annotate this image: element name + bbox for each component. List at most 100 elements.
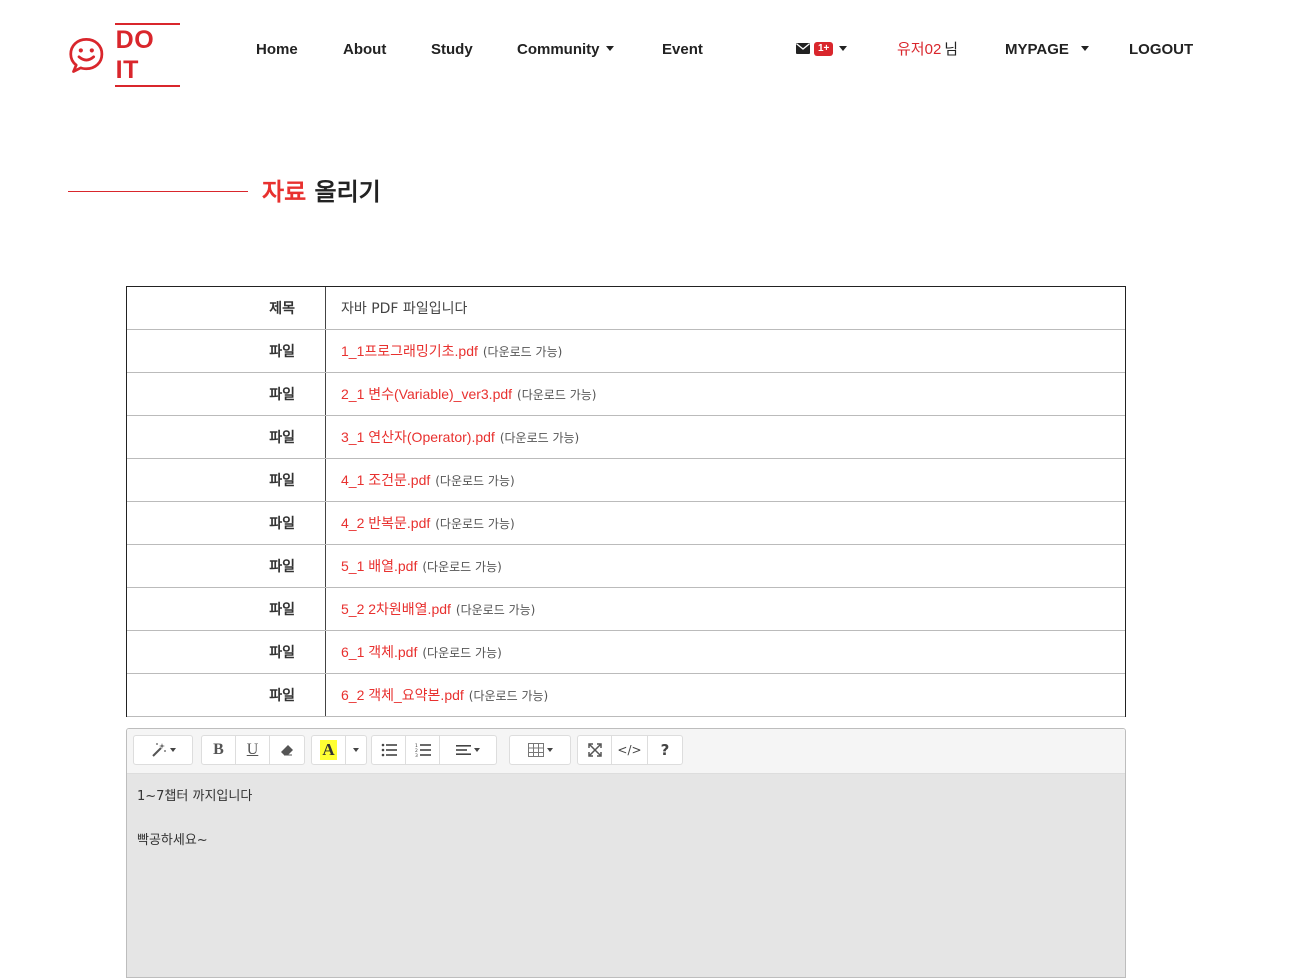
code-view-button[interactable]: </>: [612, 736, 648, 764]
table-icon: [527, 743, 544, 757]
list-group: 1 2 3: [371, 735, 497, 765]
file-label: 파일: [127, 588, 326, 630]
nav-study[interactable]: Study: [431, 40, 473, 60]
rich-text-editor: B U A 1 2 3 </> ? 1~7챕터 까지입니다 빡공하세요~: [126, 728, 1126, 978]
mypage-dropdown[interactable]: MYPAGE: [1005, 40, 1089, 60]
smile-chat-icon: [69, 38, 104, 73]
user-suffix: 님: [944, 41, 959, 58]
table-row-file: 파일 1_1프로그래밍기초.pdf (다운로드 가능): [127, 330, 1125, 373]
chevron-down-icon: [839, 45, 848, 51]
chevron-down-icon: [169, 748, 176, 752]
file-label: 파일: [127, 502, 326, 544]
chevron-down-icon: [1080, 45, 1089, 51]
file-label: 파일: [127, 545, 326, 587]
nav-community[interactable]: Community: [517, 40, 614, 60]
editor-toolbar: B U A 1 2 3 </> ?: [127, 729, 1125, 774]
table-row-file: 파일 4_2 반복문.pdf (다운로드 가능): [127, 502, 1125, 545]
download-note: (다운로드 가능): [517, 387, 597, 402]
download-note: (다운로드 가능): [435, 473, 515, 488]
file-link[interactable]: 4_2 반복문.pdf: [341, 513, 430, 533]
color-dropdown-button[interactable]: [346, 736, 366, 764]
chevron-down-icon: [353, 748, 359, 752]
file-link[interactable]: 6_2 객체_요약본.pdf: [341, 685, 464, 705]
eraser-icon: [281, 745, 293, 756]
view-group: </> ?: [577, 735, 683, 765]
list-ul-icon: [381, 743, 397, 757]
magic-icon: [151, 743, 166, 757]
table-group: [509, 735, 571, 765]
insert-table-button[interactable]: [510, 736, 570, 764]
title-label: 제목: [127, 287, 326, 329]
message-count-badge: 1+: [814, 42, 834, 57]
underline-button[interactable]: U: [236, 736, 270, 764]
editor-paragraph: 1~7챕터 까지입니다: [137, 789, 253, 804]
download-note: (다운로드 가능): [482, 344, 563, 359]
table-row-file: 파일 5_1 배열.pdf (다운로드 가능): [127, 545, 1125, 588]
file-label: 파일: [127, 330, 326, 372]
top-navbar: DO IT Home About Study Community Event 1…: [0, 0, 1292, 100]
nav-about[interactable]: About: [343, 40, 386, 60]
table-row-file: 파일 6_2 객체_요약본.pdf (다운로드 가능): [127, 674, 1125, 717]
table-row-file: 파일 6_1 객체.pdf (다운로드 가능): [127, 631, 1125, 674]
logout-link[interactable]: LOGOUT: [1129, 40, 1193, 60]
download-note: (다운로드 가능): [455, 602, 536, 617]
table-row-file: 파일 3_1 연산자(Operator).pdf (다운로드 가능): [127, 416, 1125, 459]
file-link[interactable]: 1_1프로그래밍기초.pdf: [341, 341, 478, 361]
chevron-down-icon: [546, 748, 553, 752]
file-link[interactable]: 5_2 2차원배열.pdf: [341, 599, 451, 619]
title-value: 자바 PDF 파일입니다: [341, 301, 468, 317]
font-color-button[interactable]: A: [312, 736, 346, 764]
nav-community-label: Community: [517, 41, 600, 58]
font-color-label: A: [320, 740, 337, 760]
style-group: [133, 735, 193, 765]
editor-content-area[interactable]: 1~7챕터 까지입니다 빡공하세요~: [127, 774, 1125, 977]
bullet-list-button[interactable]: [372, 736, 406, 764]
table-row-title: 제목 자바 PDF 파일입니다: [127, 287, 1125, 330]
nav-event[interactable]: Event: [662, 40, 703, 60]
table-row-file: 파일 4_1 조건문.pdf (다운로드 가능): [127, 459, 1125, 502]
chevron-down-icon: [605, 45, 614, 51]
title-divider-line: [68, 191, 248, 192]
file-link[interactable]: 2_1 변수(Variable)_ver3.pdf: [341, 384, 512, 404]
user-name: 유저02: [897, 41, 942, 58]
align-icon: [456, 745, 471, 755]
user-greeting: 유저02 님: [897, 40, 958, 60]
bold-button[interactable]: B: [202, 736, 236, 764]
font-style-group: B U: [201, 735, 305, 765]
help-button[interactable]: ?: [648, 736, 682, 764]
file-label: 파일: [127, 631, 326, 673]
file-link[interactable]: 4_1 조건문.pdf: [341, 470, 430, 490]
page-title-rest: 올리기: [306, 178, 381, 206]
logo[interactable]: DO IT: [68, 23, 180, 87]
page-title: 자료 올리기: [262, 175, 381, 209]
chevron-down-icon: [474, 748, 480, 752]
fullscreen-button[interactable]: [578, 736, 612, 764]
paragraph-align-button[interactable]: [440, 736, 496, 764]
fullscreen-icon: [587, 743, 602, 757]
download-note: (다운로드 가능): [422, 645, 502, 660]
clear-format-button[interactable]: [270, 736, 304, 764]
file-link[interactable]: 3_1 연산자(Operator).pdf: [341, 427, 495, 447]
table-row-file: 파일 5_2 2차원배열.pdf (다운로드 가능): [127, 588, 1125, 631]
download-note: (다운로드 가능): [435, 516, 515, 531]
mypage-label: MYPAGE: [1005, 41, 1069, 58]
page-title-highlight: 자료: [262, 178, 307, 206]
messages-dropdown[interactable]: 1+: [796, 40, 848, 60]
file-link[interactable]: 6_1 객체.pdf: [341, 642, 417, 662]
download-note: (다운로드 가능): [468, 688, 549, 703]
download-note: (다운로드 가능): [499, 430, 580, 445]
file-label: 파일: [127, 674, 326, 716]
color-group: A: [311, 735, 367, 765]
table-row-file: 파일 2_1 변수(Variable)_ver3.pdf (다운로드 가능): [127, 373, 1125, 416]
upload-details-table: 제목 자바 PDF 파일입니다 파일 1_1프로그래밍기초.pdf (다운로드 가…: [126, 286, 1126, 717]
envelope-icon: [796, 42, 810, 54]
download-note: (다운로드 가능): [422, 559, 502, 574]
brand-name: DO IT: [114, 23, 180, 87]
file-label: 파일: [127, 459, 326, 501]
file-link[interactable]: 5_1 배열.pdf: [341, 556, 417, 576]
nav-home[interactable]: Home: [256, 40, 298, 60]
numbered-list-button[interactable]: 1 2 3: [406, 736, 440, 764]
file-label: 파일: [127, 416, 326, 458]
editor-paragraph: 빡공하세요~: [137, 833, 208, 848]
style-dropdown-button[interactable]: [134, 736, 192, 764]
